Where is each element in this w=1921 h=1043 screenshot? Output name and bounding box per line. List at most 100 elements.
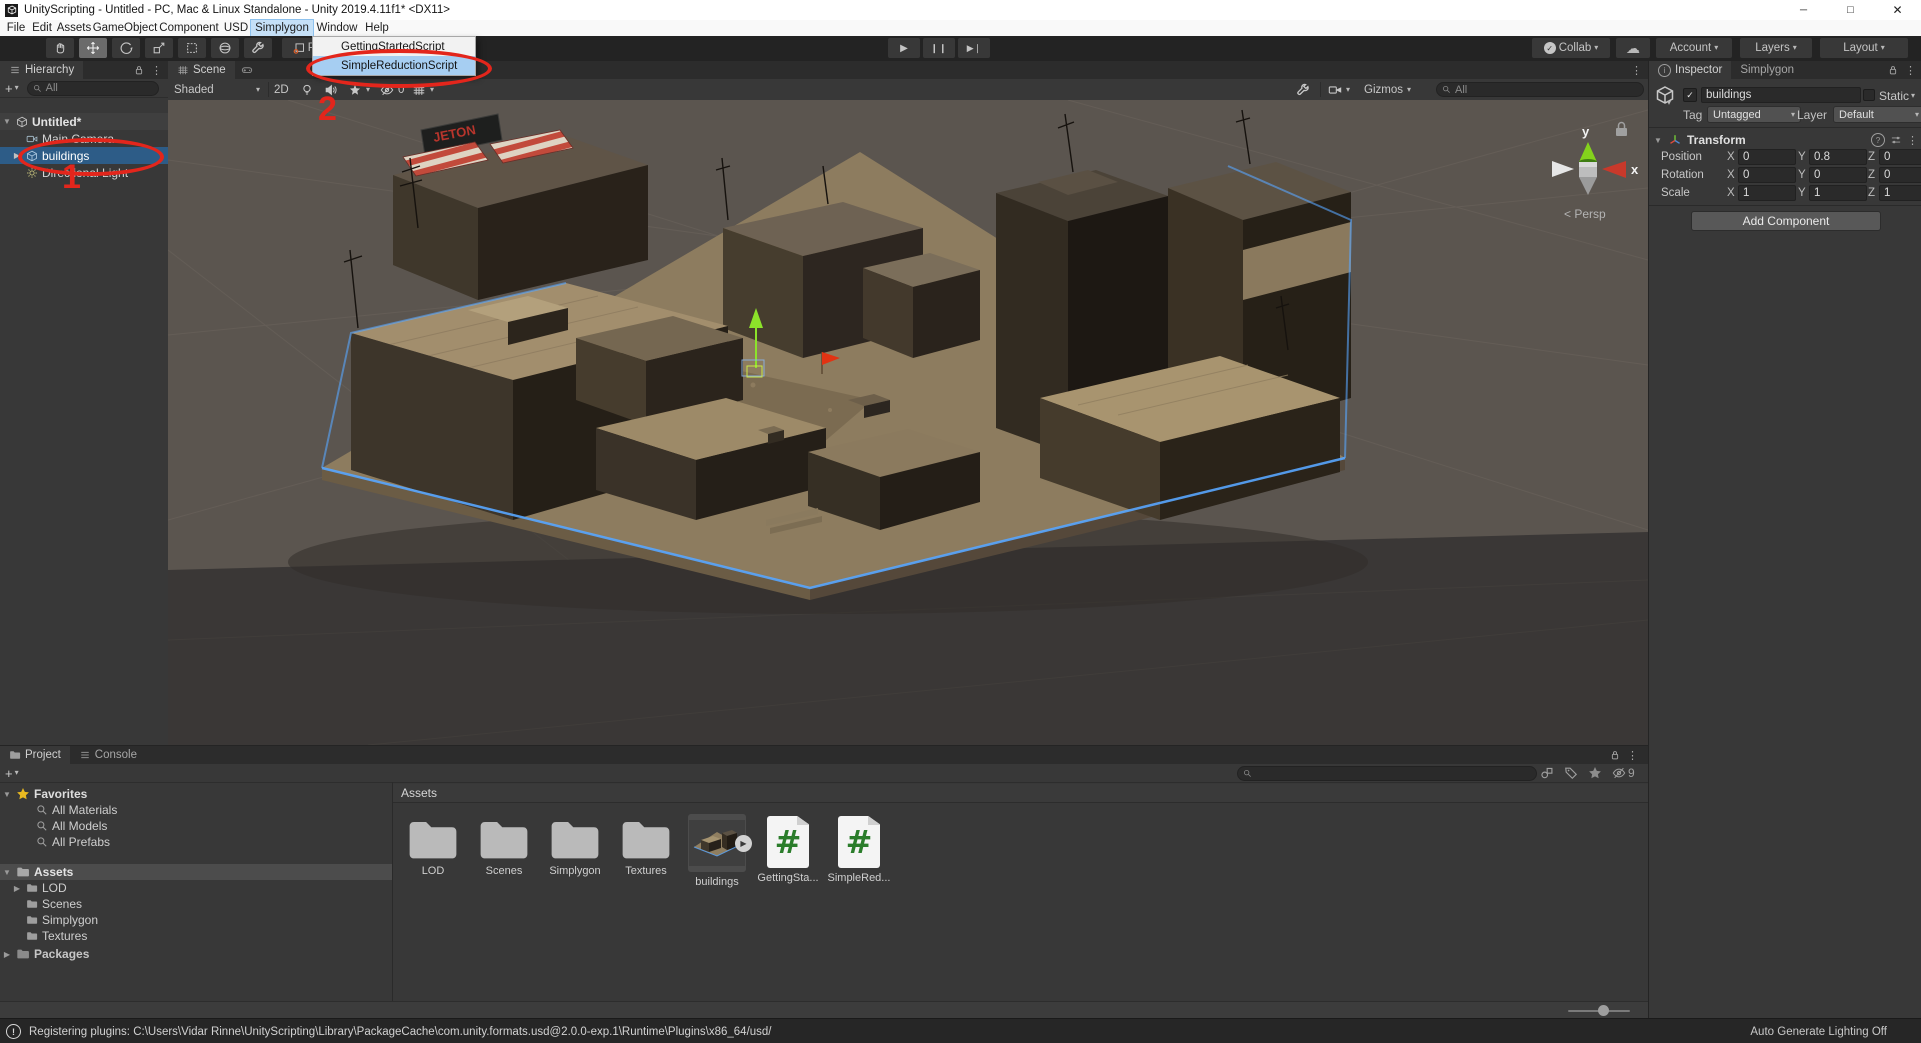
kebab-menu-icon[interactable]: ⋮ xyxy=(1627,749,1638,762)
tab-simplygon[interactable]: Simplygon xyxy=(1731,61,1803,79)
tree-folder-textures[interactable]: Textures xyxy=(0,928,392,944)
tree-all-prefabs[interactable]: All Prefabs xyxy=(0,834,392,850)
layers-dropdown[interactable]: Layers▾ xyxy=(1740,38,1812,58)
tree-folder-simplygon[interactable]: Simplygon xyxy=(0,912,392,928)
tree-packages-root[interactable]: ▶ Packages xyxy=(0,946,392,962)
auto-generate-lighting-button[interactable]: Auto Generate Lighting Off xyxy=(1750,1026,1887,1038)
create-plus-icon[interactable]: + xyxy=(5,766,13,781)
hierarchy-search-input[interactable]: All xyxy=(27,81,159,96)
scale-x-field[interactable]: 1 xyxy=(1738,185,1796,201)
status-message[interactable]: Registering plugins: C:\Users\Vidar Rinn… xyxy=(29,1026,772,1038)
menu-gameobject[interactable]: GameObject xyxy=(93,20,157,36)
tab-console[interactable]: Console xyxy=(70,746,146,764)
tag-dropdown[interactable]: Untagged▾ xyxy=(1707,106,1801,123)
active-checkbox[interactable]: ✓ xyxy=(1683,88,1697,102)
menu-component[interactable]: Component xyxy=(157,20,221,36)
help-icon[interactable]: ? xyxy=(1871,133,1885,147)
minimize-icon[interactable]: ─ xyxy=(1780,0,1827,20)
tab-game[interactable] xyxy=(235,61,259,79)
scale-y-field[interactable]: 1 xyxy=(1809,185,1867,201)
asset-script-gettingstarted[interactable]: # GettingSta... xyxy=(756,814,820,884)
projection-label[interactable]: < Persp xyxy=(1564,207,1606,221)
hierarchy-item-buildings[interactable]: ▶ buildings xyxy=(0,147,168,164)
create-caret-icon[interactable]: ▾ xyxy=(15,769,19,777)
asset-folder-simplygon[interactable]: Simplygon xyxy=(543,816,607,877)
cloud-button[interactable]: ☁ xyxy=(1616,38,1650,58)
tree-assets-root[interactable]: ▼ Assets xyxy=(0,864,392,880)
lighting-toggle[interactable] xyxy=(300,81,314,98)
tab-hierarchy[interactable]: Hierarchy xyxy=(0,61,83,79)
tree-all-models[interactable]: All Models xyxy=(0,818,392,834)
close-icon[interactable]: ✕ xyxy=(1874,0,1921,20)
asset-folder-textures[interactable]: Textures xyxy=(614,816,678,877)
scene-tools-button[interactable] xyxy=(1296,81,1310,98)
tree-all-materials[interactable]: All Materials xyxy=(0,802,392,818)
rotation-z-field[interactable]: 0 xyxy=(1879,167,1921,183)
object-name-field[interactable]: buildings xyxy=(1701,87,1861,103)
hand-tool-icon[interactable] xyxy=(46,38,74,58)
asset-folder-lod[interactable]: LOD xyxy=(401,816,465,877)
position-y-field[interactable]: 0.8 xyxy=(1809,149,1867,165)
menu-help[interactable]: Help xyxy=(361,20,393,36)
kebab-menu-icon[interactable]: ⋮ xyxy=(1631,64,1642,77)
menu-assets[interactable]: Assets xyxy=(55,20,93,36)
expand-play-icon[interactable]: ▶ xyxy=(735,835,752,852)
position-z-field[interactable]: 0 xyxy=(1879,149,1921,165)
effects-dropdown[interactable]: ▾ xyxy=(348,81,370,98)
create-plus-icon[interactable]: + xyxy=(5,81,13,96)
menu-item-simplereductionscript[interactable]: SimpleReductionScript xyxy=(313,56,475,75)
asset-folder-scenes[interactable]: Scenes xyxy=(472,816,536,877)
scene-row-untitled[interactable]: ▼ Untitled* xyxy=(0,113,168,130)
rotation-x-field[interactable]: 0 xyxy=(1738,167,1796,183)
layout-dropdown[interactable]: Layout▾ xyxy=(1820,38,1908,58)
asset-script-simplereduction[interactable]: # SimpleRed... xyxy=(827,814,891,884)
hierarchy-item-main-camera[interactable]: Main Camera xyxy=(0,130,168,147)
menu-usd[interactable]: USD xyxy=(221,20,251,36)
menu-simplygon[interactable]: Simplygon xyxy=(251,20,313,36)
lock-icon[interactable] xyxy=(1609,749,1621,761)
position-x-field[interactable]: 0 xyxy=(1738,149,1796,165)
scene-camera-dropdown[interactable]: ▾ xyxy=(1328,81,1350,98)
step-button[interactable]: ▶❘ xyxy=(958,38,990,58)
play-button[interactable]: ▶ xyxy=(888,38,920,58)
hidden-packages-toggle[interactable]: 9 xyxy=(1612,766,1635,780)
presets-icon[interactable] xyxy=(1890,134,1902,146)
rect-tool-icon[interactable] xyxy=(178,38,206,58)
hidden-objects-toggle[interactable]: 0 xyxy=(380,81,404,98)
transform-header[interactable]: ▼ Transform ? ⋮ xyxy=(1653,131,1918,149)
hierarchy-item-directional-light[interactable]: Directional Light xyxy=(0,164,168,181)
transform-tool-icon[interactable] xyxy=(211,38,239,58)
search-by-type-icon[interactable] xyxy=(1540,766,1554,780)
kebab-menu-icon[interactable]: ⋮ xyxy=(1905,64,1916,77)
static-caret-icon[interactable]: ▾ xyxy=(1911,92,1915,100)
add-component-button[interactable]: Add Component xyxy=(1691,211,1881,231)
lock-icon[interactable] xyxy=(133,64,145,76)
scale-z-field[interactable]: 1 xyxy=(1879,185,1921,201)
kebab-menu-icon[interactable]: ⋮ xyxy=(151,64,162,77)
tab-scene[interactable]: Scene xyxy=(168,61,235,79)
gizmos-dropdown[interactable]: Gizmos▾ xyxy=(1364,81,1411,98)
2d-toggle[interactable]: 2D xyxy=(274,81,289,98)
tree-folder-lod[interactable]: ▶ LOD xyxy=(0,880,392,896)
project-search-input[interactable] xyxy=(1237,766,1537,781)
grid-dropdown[interactable]: ▾ xyxy=(412,81,434,98)
rotate-tool-icon[interactable] xyxy=(112,38,140,58)
rotation-y-field[interactable]: 0 xyxy=(1809,167,1867,183)
scene-search-input[interactable]: All xyxy=(1436,82,1644,97)
lock-icon[interactable] xyxy=(1887,64,1899,76)
favorite-star-icon[interactable] xyxy=(1588,766,1602,780)
collab-dropdown[interactable]: ✓ Collab▾ xyxy=(1532,38,1610,58)
tab-project[interactable]: Project xyxy=(0,746,70,764)
tab-inspector[interactable]: i Inspector xyxy=(1649,61,1731,79)
move-tool-icon[interactable] xyxy=(79,38,107,58)
menu-edit[interactable]: Edit xyxy=(29,20,55,36)
account-dropdown[interactable]: Account▾ xyxy=(1656,38,1732,58)
shading-mode-dropdown[interactable]: Shaded▾ xyxy=(174,81,260,98)
custom-tool-icon[interactable] xyxy=(244,38,272,58)
scale-tool-icon[interactable] xyxy=(145,38,173,58)
static-checkbox[interactable] xyxy=(1863,89,1875,101)
menu-item-gettingstartedscript[interactable]: GettingStartedScript xyxy=(313,37,475,56)
kebab-menu-icon[interactable]: ⋮ xyxy=(1907,134,1918,147)
maximize-icon[interactable]: □ xyxy=(1827,0,1874,20)
scene-viewport[interactable]: JETON xyxy=(168,100,1648,745)
